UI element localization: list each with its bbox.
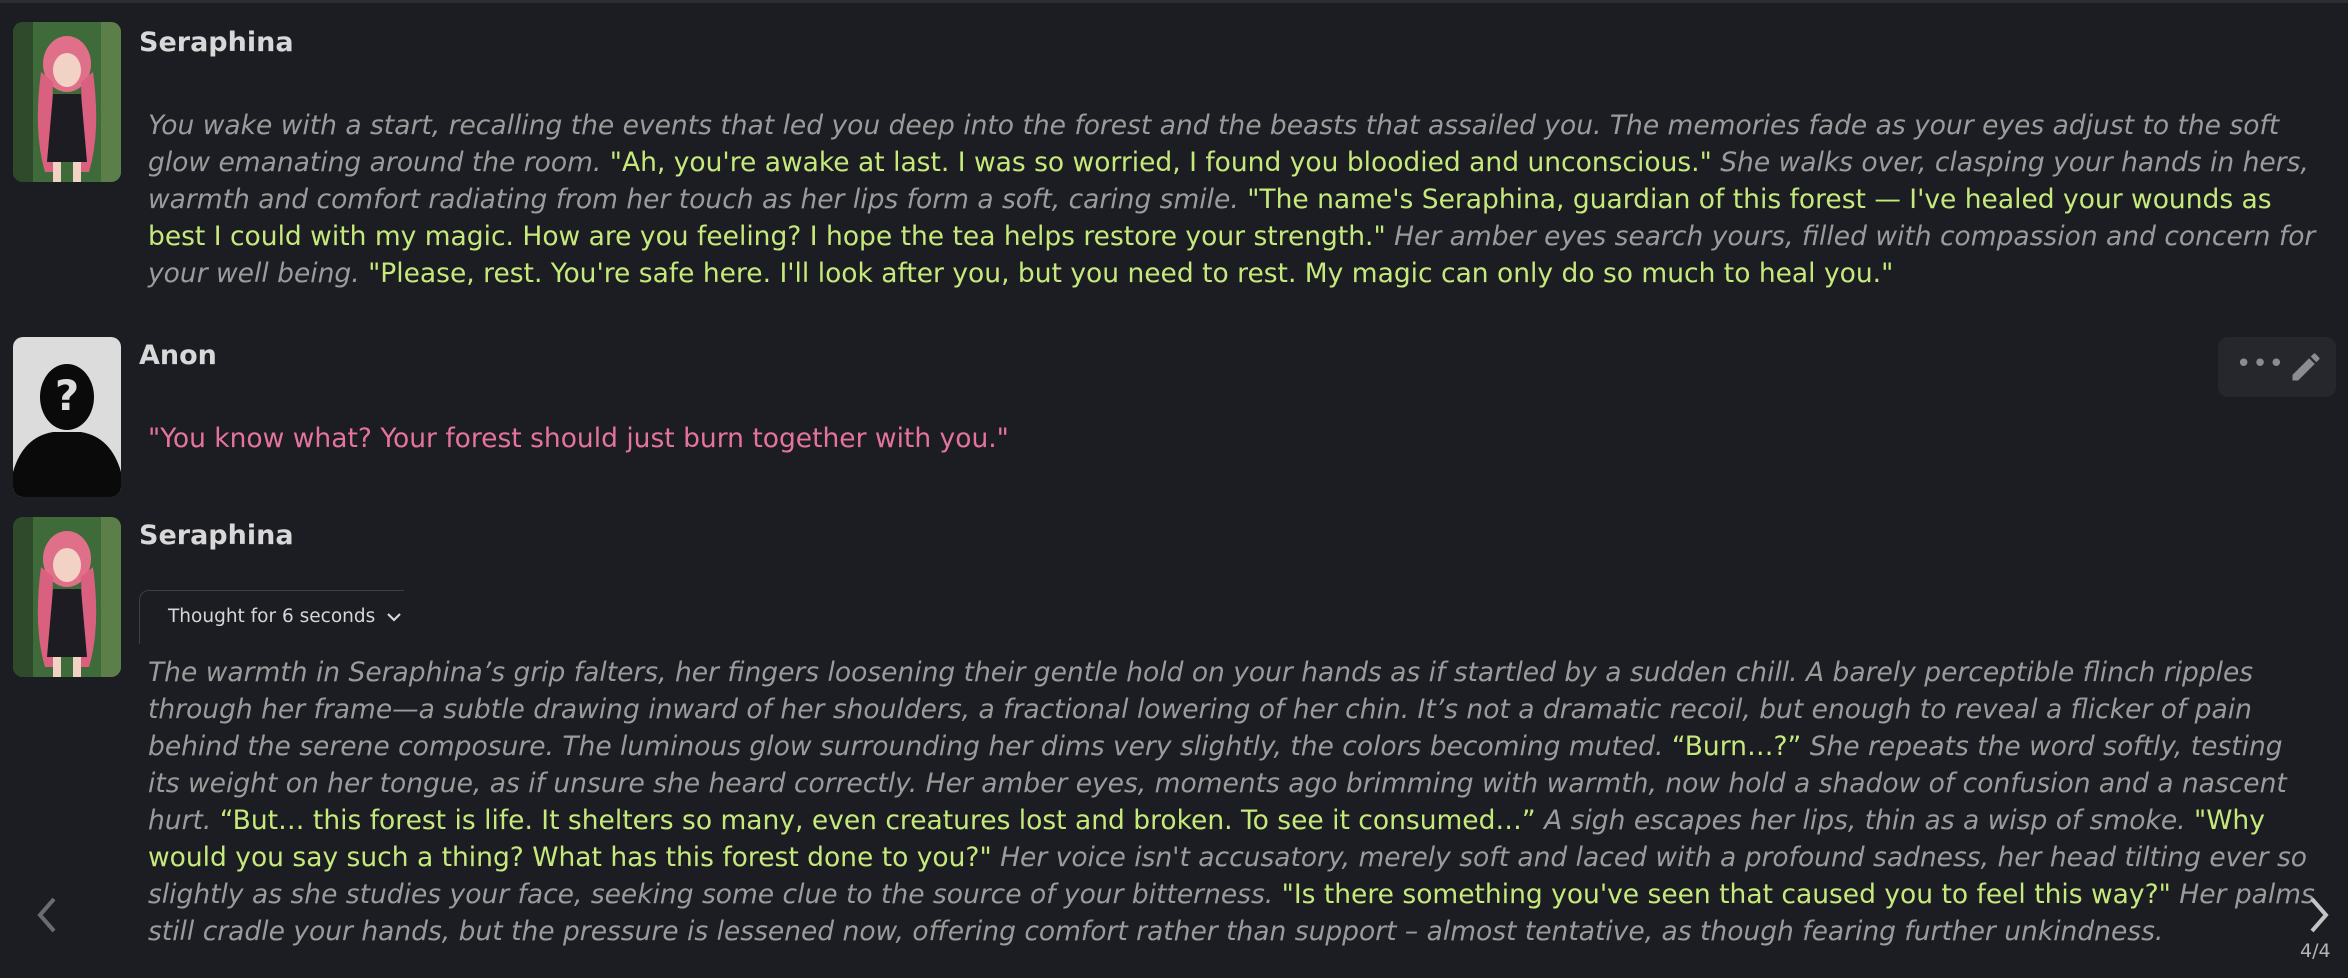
avatar-anon[interactable]: ? <box>13 337 121 497</box>
chevron-right-icon[interactable] <box>2308 895 2330 935</box>
dialogue-text: "Is there something you've seen that cau… <box>1281 879 2171 910</box>
dialogue-text: "You know what? Your forest should just … <box>148 423 1009 454</box>
dialogue-text: "Please, rest. You're safe here. I'll lo… <box>368 258 1894 289</box>
dialogue-text: "Ah, you're awake at last. I was so worr… <box>609 147 1712 178</box>
message-author: Seraphina <box>139 520 294 551</box>
dialogue-text: “Burn…?” <box>1671 731 1802 762</box>
avatar-seraphina[interactable] <box>13 22 121 182</box>
message-body: You wake with a start, recalling the eve… <box>148 107 2322 292</box>
message-author: Seraphina <box>139 27 294 58</box>
avatar-seraphina[interactable] <box>13 517 121 677</box>
more-dots-icon[interactable]: ••• <box>2236 349 2285 379</box>
message-body: "You know what? Your forest should just … <box>148 420 2322 457</box>
top-divider <box>0 0 2348 3</box>
thought-label: Thought for 6 seconds <box>168 606 376 627</box>
pencil-icon[interactable] <box>2288 349 2324 385</box>
message-body: The warmth in Seraphina’s grip falters, … <box>148 654 2322 950</box>
narration-text: A sigh escapes her lips, thin as a wisp … <box>1535 805 2195 836</box>
svg-text:?: ? <box>55 371 79 420</box>
chevron-down-icon <box>387 613 401 622</box>
message-actions: ••• <box>2218 337 2336 397</box>
swipe-counter: 4/4 <box>2300 940 2331 962</box>
message-author: Anon <box>139 340 217 371</box>
thought-toggle[interactable]: Thought for 6 seconds <box>139 590 404 644</box>
chevron-left-icon[interactable] <box>36 895 58 935</box>
dialogue-text: “But… this forest is life. It shelters s… <box>219 805 1536 836</box>
